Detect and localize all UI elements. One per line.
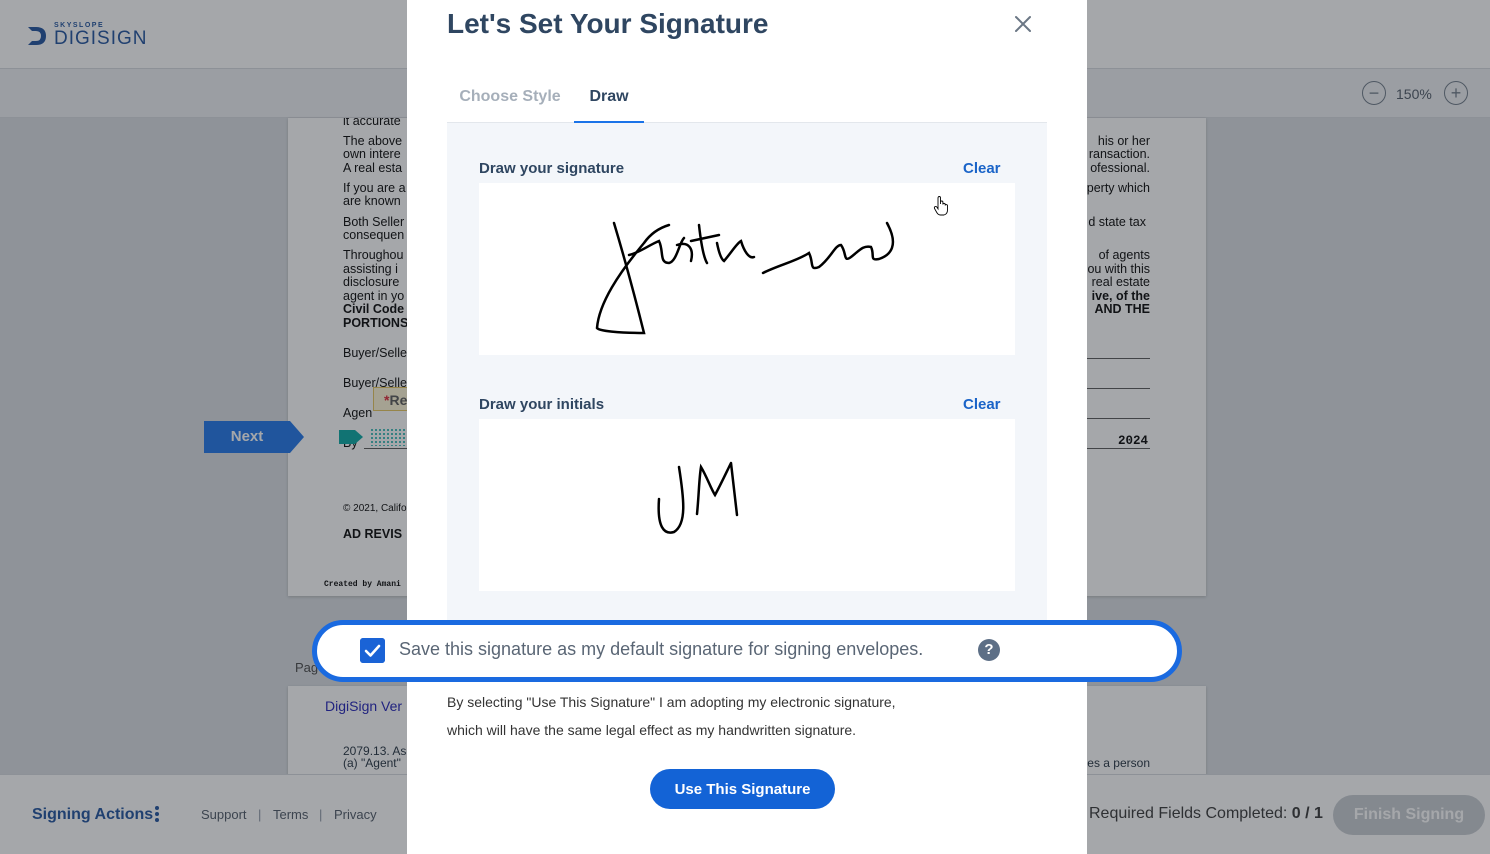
legal-disclaimer-line-1: By selecting "Use This Signature" I am a… bbox=[447, 694, 896, 710]
initials-label: Draw your initials bbox=[479, 396, 605, 413]
tab-draw[interactable]: Draw bbox=[574, 77, 644, 123]
clear-initials-button[interactable]: Clear bbox=[963, 396, 1001, 413]
checkbox-checked-icon[interactable] bbox=[360, 638, 385, 663]
use-this-signature-button[interactable]: Use This Signature bbox=[650, 769, 835, 809]
signature-modal: Let's Set Your Signature Choose Style Dr… bbox=[407, 0, 1087, 854]
legal-disclaimer-line-2: which will have the same legal effect as… bbox=[447, 722, 857, 738]
drawn-initials bbox=[657, 458, 739, 534]
close-icon[interactable] bbox=[1011, 12, 1035, 36]
signature-tabs: Choose Style Draw bbox=[447, 77, 1047, 123]
default-signature-label: Save this signature as my default signat… bbox=[399, 639, 924, 659]
clear-signature-button[interactable]: Clear bbox=[963, 160, 1001, 177]
tab-choose-style[interactable]: Choose Style bbox=[447, 77, 573, 123]
draw-panel: Draw your signature Clear Draw your init… bbox=[447, 123, 1047, 623]
signature-label: Draw your signature bbox=[479, 160, 625, 177]
default-signature-option[interactable]: Save this signature as my default signat… bbox=[312, 620, 1182, 682]
initials-canvas[interactable] bbox=[479, 419, 1015, 591]
help-icon[interactable]: ? bbox=[978, 639, 1000, 661]
modal-title: Let's Set Your Signature bbox=[447, 8, 769, 39]
hand-cursor-icon bbox=[933, 196, 948, 216]
